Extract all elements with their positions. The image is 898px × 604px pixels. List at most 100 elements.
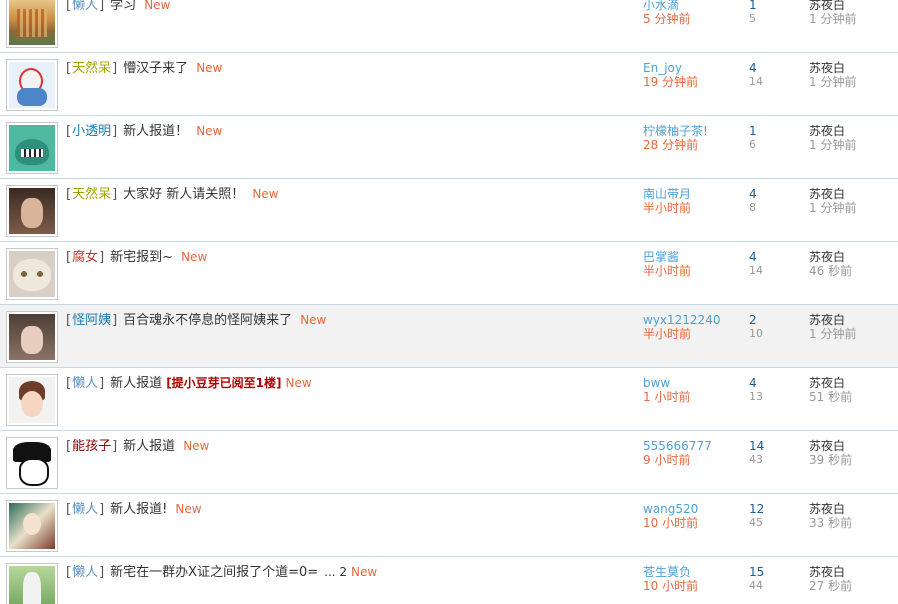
- new-badge: New: [175, 502, 202, 516]
- thread-category[interactable]: 天然呆: [72, 61, 111, 76]
- thread-category[interactable]: 懒人: [72, 376, 98, 391]
- reply-count[interactable]: 1: [749, 124, 789, 138]
- thread-title-line: [懒人] 新人报道 [提小豆芽已阅至1楼] New: [66, 376, 312, 391]
- author-name-link[interactable]: 555666777: [643, 439, 743, 453]
- thread-title-line: [懒人] 新宅在一群办X证之间报了个道=0=... 2 New: [66, 565, 378, 580]
- thread-subject-link[interactable]: 新人报道: [110, 376, 162, 391]
- thread-title-line: [能孩子] 新人报道 New: [66, 439, 210, 454]
- thread-subject-link[interactable]: 懵汉子来了: [123, 61, 188, 76]
- last-post-time[interactable]: 33 秒前: [809, 516, 898, 530]
- last-poster-link[interactable]: 苏夜白: [809, 565, 898, 579]
- thread-category[interactable]: 天然呆: [72, 187, 111, 202]
- thread-category[interactable]: 怪阿姨: [72, 313, 111, 328]
- thread-author: 南山带月 半小时前: [643, 187, 743, 215]
- author-name-link[interactable]: 南山带月: [643, 187, 743, 201]
- last-poster-link[interactable]: 苏夜白: [809, 187, 898, 201]
- view-count: 14: [749, 75, 763, 88]
- last-poster-link[interactable]: 苏夜白: [809, 0, 898, 12]
- avatar[interactable]: [6, 122, 58, 174]
- author-name-link[interactable]: wyx1212240: [643, 313, 743, 327]
- thread-counts: 48: [749, 187, 789, 215]
- thread-title-line: [天然呆] 大家好 新人请关照！ New: [66, 187, 279, 202]
- avatar[interactable]: [6, 248, 58, 300]
- last-post-time[interactable]: 1 分钟前: [809, 138, 898, 152]
- thread-subject-link[interactable]: 新人报道!: [110, 502, 167, 517]
- avatar-image: [9, 566, 55, 604]
- reply-count[interactable]: 15: [749, 565, 789, 579]
- last-post-time[interactable]: 51 秒前: [809, 390, 898, 404]
- thread-subject-link[interactable]: 新宅在一群办X证之间报了个道=0=: [110, 565, 318, 580]
- avatar[interactable]: [6, 0, 58, 48]
- last-post: 苏夜白 1 分钟前: [809, 61, 898, 89]
- reply-count[interactable]: 12: [749, 502, 789, 516]
- last-post-time[interactable]: 46 秒前: [809, 264, 898, 278]
- page-links[interactable]: ... 2: [324, 565, 347, 579]
- thread-row: [天然呆] 大家好 新人请关照！ New 南山带月 半小时前 48 苏夜白 1 分钟前: [0, 179, 898, 242]
- thread-author: En_joy 19 分钟前: [643, 61, 743, 89]
- reply-count[interactable]: 1: [749, 0, 789, 12]
- last-poster-link[interactable]: 苏夜白: [809, 502, 898, 516]
- avatar[interactable]: [6, 500, 58, 552]
- last-post: 苏夜白 1 分钟前: [809, 0, 898, 26]
- last-post-time[interactable]: 1 分钟前: [809, 12, 898, 26]
- thread-category[interactable]: 腐女: [72, 250, 98, 265]
- last-post-time[interactable]: 1 分钟前: [809, 75, 898, 89]
- reply-count[interactable]: 4: [749, 250, 789, 264]
- thread-counts: 4 14: [749, 61, 789, 89]
- thread-category[interactable]: 小透明: [72, 124, 111, 139]
- author-name-link[interactable]: 巴掌酱: [643, 250, 743, 264]
- last-post-time[interactable]: 1 分钟前: [809, 327, 898, 341]
- avatar[interactable]: [6, 185, 58, 237]
- reply-count[interactable]: 4: [749, 61, 789, 75]
- thread-category[interactable]: 懒人: [72, 565, 98, 580]
- reply-count[interactable]: 4: [749, 187, 789, 201]
- thread-row: [能孩子] 新人报道 New 555666777 9 小时前 14 43 苏夜白 39 秒…: [0, 431, 898, 494]
- thread-counts: 12 45: [749, 502, 789, 530]
- author-name-link[interactable]: 柠檬柚子茶!: [643, 124, 743, 138]
- last-poster-link[interactable]: 苏夜白: [809, 439, 898, 453]
- avatar[interactable]: [6, 374, 58, 426]
- thread-subject-link[interactable]: 新宅报到~: [110, 250, 173, 265]
- avatar[interactable]: [6, 311, 58, 363]
- author-name-link[interactable]: 苍生莫负: [643, 565, 743, 579]
- last-post-time[interactable]: 27 秒前: [809, 579, 898, 593]
- thread-subject-link[interactable]: 新人报道: [123, 439, 175, 454]
- last-post: 苏夜白 1 分钟前: [809, 187, 898, 215]
- view-count: 45: [749, 516, 763, 529]
- last-poster-link[interactable]: 苏夜白: [809, 124, 898, 138]
- thread-subject-link[interactable]: 新人报道！: [123, 124, 188, 139]
- new-badge: New: [252, 187, 279, 201]
- avatar[interactable]: [6, 563, 58, 604]
- thread-category[interactable]: 懒人: [72, 502, 98, 517]
- thread-row: [小透明] 新人报道！ New 柠檬柚子茶! 28 分钟前 16 苏夜白 1 分钟前: [0, 116, 898, 179]
- last-post: 苏夜白 1 分钟前: [809, 313, 898, 341]
- thread-author: 555666777 9 小时前: [643, 439, 743, 467]
- thread-counts: 4 14: [749, 250, 789, 278]
- thread-category[interactable]: 懒人: [72, 0, 98, 13]
- last-poster-link[interactable]: 苏夜白: [809, 61, 898, 75]
- post-time: 10 小时前: [643, 579, 699, 593]
- thread-subject-link[interactable]: 百合魂永不停息的怪阿姨来了: [123, 313, 292, 328]
- author-name-link[interactable]: wang520: [643, 502, 743, 516]
- last-post-time[interactable]: 1 分钟前: [809, 201, 898, 215]
- avatar[interactable]: [6, 59, 58, 111]
- avatar-image: [9, 503, 55, 549]
- author-name-link[interactable]: bww: [643, 376, 743, 390]
- thread-category[interactable]: 能孩子: [72, 439, 111, 454]
- reply-count[interactable]: 4: [749, 376, 789, 390]
- last-poster-link[interactable]: 苏夜白: [809, 250, 898, 264]
- reply-count[interactable]: 2: [749, 313, 789, 327]
- author-name-link[interactable]: En_joy: [643, 61, 743, 75]
- last-poster-link[interactable]: 苏夜白: [809, 313, 898, 327]
- last-post-time[interactable]: 39 秒前: [809, 453, 898, 467]
- thread-row-highlighted: [怪阿姨] 百合魂永不停息的怪阿姨来了 New wyx1212240 半小时前 2 10…: [0, 305, 898, 368]
- thread-author: 小水滴 5 分钟前: [643, 0, 743, 26]
- avatar[interactable]: [6, 437, 58, 489]
- avatar-image: [9, 188, 55, 234]
- author-name-link[interactable]: 小水滴: [643, 0, 743, 12]
- thread-subject-link[interactable]: 大家好 新人请关照！: [123, 187, 244, 202]
- reply-count[interactable]: 14: [749, 439, 789, 453]
- thread-subject-link[interactable]: 学习: [110, 0, 136, 13]
- thread-row: [懒人] 新人报道! New wang520 10 小时前 12 45 苏夜白 33 秒前: [0, 494, 898, 557]
- last-poster-link[interactable]: 苏夜白: [809, 376, 898, 390]
